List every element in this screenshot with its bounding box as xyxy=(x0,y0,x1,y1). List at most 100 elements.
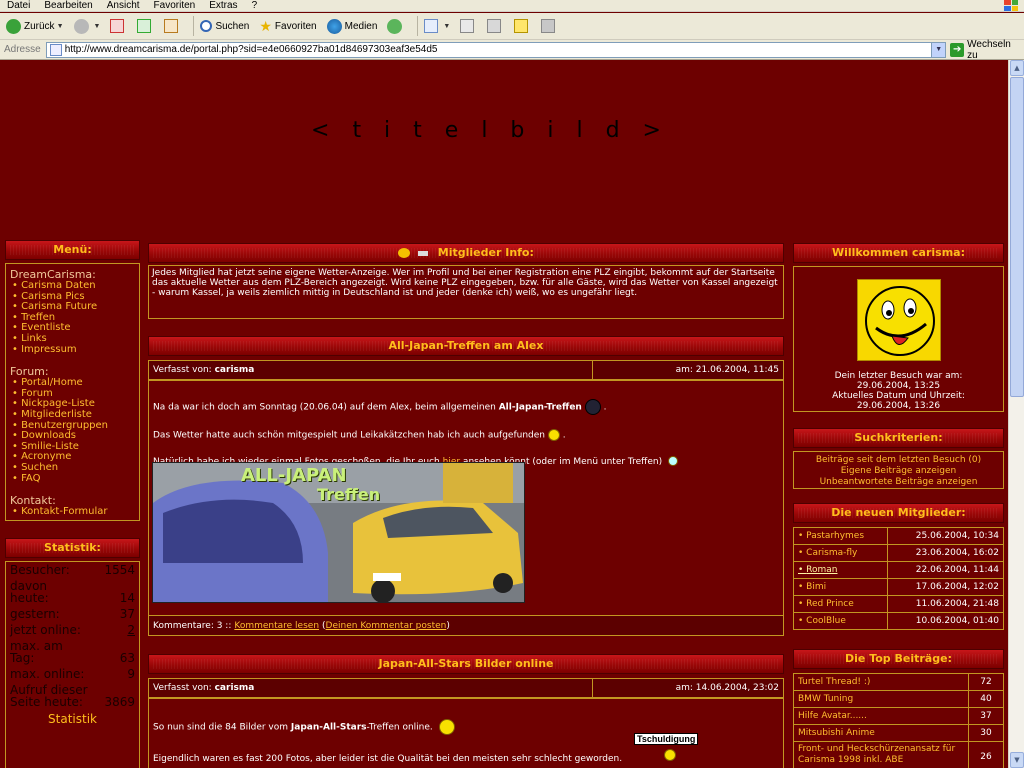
star-icon: ★ xyxy=(259,17,272,34)
avatar-smiley-graphic xyxy=(865,286,935,356)
discuss-button[interactable] xyxy=(512,15,533,37)
media-label: Medien xyxy=(344,20,378,32)
event-photo[interactable]: ALL-JAPAN Treffen xyxy=(152,462,525,603)
media-button[interactable]: Medien xyxy=(325,15,380,37)
unanswered-posts-link[interactable]: Unbeantwortete Beiträge anzeigen xyxy=(794,477,1003,488)
author-label: Verfasst von: xyxy=(153,683,212,693)
own-posts-link[interactable]: Eigene Beiträge anzeigen xyxy=(794,466,1003,477)
chevron-down-icon[interactable]: ▼ xyxy=(57,23,64,30)
member-link[interactable]: Red Prince xyxy=(793,595,888,613)
new-posts-link[interactable]: Beiträge seit dem letzten Besuch (0) xyxy=(794,455,1003,466)
url-input[interactable]: http://www.dreamcarisma.de/portal.php?si… xyxy=(45,41,947,58)
web-page: < t i t e l b i l d > Menü: DreamCarisma… xyxy=(0,60,1008,768)
stop-button[interactable] xyxy=(108,15,129,37)
history-icon xyxy=(387,18,403,34)
stats-panel: Besucher: 1554 davon heute: 14 gestern: 37 … xyxy=(5,561,140,768)
top-post-count: 72 xyxy=(968,673,1004,691)
stat-label: max. am Tag: xyxy=(10,639,63,665)
member-link[interactable]: CoolBlue xyxy=(793,612,888,630)
address-bar: Adresse http://www.dreamcarisma.de/porta… xyxy=(0,39,1024,61)
stat-value: 37 xyxy=(119,607,135,621)
menu-item-suchen[interactable]: Suchen xyxy=(12,462,135,474)
top-post-link[interactable]: Mitsubishi Anime xyxy=(793,724,969,742)
top-post-link[interactable]: Hilfe Avatar...... xyxy=(793,707,969,725)
stop-icon xyxy=(110,19,125,33)
post-text: Eigendlich waren es fast 200 Fotos, aber… xyxy=(153,754,623,764)
menu-favoriten[interactable]: Favoriten xyxy=(147,0,203,11)
last-visit-value: 29.06.2004, 13:25 xyxy=(856,381,941,391)
member-link[interactable]: Roman xyxy=(793,561,888,579)
refresh-button[interactable] xyxy=(135,15,156,37)
post-meta: Verfasst von: carisma am: 21.06.2004, 11… xyxy=(148,360,784,380)
back-label: Zurück xyxy=(24,20,55,32)
page-scrollbar[interactable]: ▲ ▼ xyxy=(1008,60,1024,768)
chevron-down-icon[interactable]: ▼ xyxy=(931,42,946,57)
print-button[interactable] xyxy=(458,15,479,37)
member-link[interactable]: Pastarhymes xyxy=(793,527,888,545)
menu-item-faq[interactable]: FAQ xyxy=(12,473,135,485)
home-button[interactable] xyxy=(162,15,183,37)
dance-smiley-icon xyxy=(584,399,601,415)
stat-row: max. am Tag: 63 xyxy=(10,640,135,664)
menu-panel-header: Menü: xyxy=(5,240,140,260)
edit-icon xyxy=(487,19,502,33)
info-panel-header: Mitglieder Info: xyxy=(148,243,784,263)
current-date-label: Aktuelles Datum und Uhrzeit: xyxy=(832,391,965,401)
read-comments-link[interactable]: Kommentare lesen xyxy=(234,621,319,631)
stats-panel-title: Statistik: xyxy=(44,541,101,554)
page-icon xyxy=(49,43,62,56)
top-posts-panel-title: Die Top Beiträge: xyxy=(845,652,952,665)
edit-button[interactable] xyxy=(485,15,506,37)
mail-button[interactable]: ▼ xyxy=(422,15,452,37)
mail-icon xyxy=(424,19,439,33)
post-comment-link[interactable]: Deinen Kommentar posten xyxy=(326,621,447,631)
welcome-panel: Dein letzter Besuch war am: 29.06.2004, … xyxy=(793,266,1004,412)
refresh-icon xyxy=(137,19,152,33)
scroll-thumb[interactable] xyxy=(1010,77,1024,397)
menu-extras[interactable]: Extras xyxy=(202,0,244,11)
history-button[interactable] xyxy=(385,15,407,37)
menu-item-kontakt-formular[interactable]: Kontakt-Formular xyxy=(12,506,135,518)
chevron-down-icon[interactable]: ▼ xyxy=(443,23,450,30)
menu-help[interactable]: ? xyxy=(245,0,265,11)
top-post-link[interactable]: Front- und Heckschürzenansatz für Carism… xyxy=(793,741,969,768)
top-post-link[interactable]: BMW Tuning xyxy=(793,690,969,708)
favorites-button[interactable]: ★ Favoriten xyxy=(257,15,318,37)
member-link[interactable]: Bimi xyxy=(793,578,888,596)
scroll-down-button[interactable]: ▼ xyxy=(1010,752,1024,768)
menu-item-mitgliederliste[interactable]: Mitgliederliste xyxy=(12,409,135,421)
member-link[interactable]: Carisma-fly xyxy=(793,544,888,562)
smiley-tooltip: Tschuldigung xyxy=(634,733,699,745)
search-button[interactable]: Suchen xyxy=(198,15,251,37)
messenger-button[interactable] xyxy=(539,15,560,37)
stat-label: Besucher: xyxy=(10,563,70,577)
table-row: BMW Tuning 40 xyxy=(793,690,1004,708)
menu-item-links[interactable]: Links xyxy=(12,333,135,345)
forward-button[interactable]: ▼ xyxy=(72,15,103,37)
new-members-table: Pastarhymes25.06.2004, 10:34 Carisma-fly… xyxy=(793,527,1004,630)
post-meta: Verfasst von: carisma am: 14.06.2004, 23… xyxy=(148,678,784,698)
stat-label: davon heute: xyxy=(10,579,49,605)
menu-ansicht[interactable]: Ansicht xyxy=(100,0,147,11)
url-text: http://www.dreamcarisma.de/portal.php?si… xyxy=(64,44,438,55)
menu-datei[interactable]: Datei xyxy=(0,0,37,11)
online-users-link[interactable]: 2 xyxy=(127,624,135,636)
back-button[interactable]: Zurück ▼ xyxy=(4,15,66,37)
chevron-down-icon[interactable]: ▼ xyxy=(94,23,101,30)
member-date: 22.06.2004, 11:44 xyxy=(887,561,1004,579)
info-text: Jedes Mitglied hat jetzt seine eigene We… xyxy=(152,268,778,298)
scroll-up-button[interactable]: ▲ xyxy=(1010,60,1024,76)
top-post-link[interactable]: Turtel Thread! :) xyxy=(793,673,969,691)
author-name: carisma xyxy=(214,683,255,693)
welcome-info: Dein letzter Besuch war am: 29.06.2004, … xyxy=(794,371,1003,411)
menu-bearbeiten[interactable]: Bearbeiten xyxy=(37,0,99,11)
new-members-panel-header: Die neuen Mitglieder: xyxy=(793,503,1004,523)
stats-footer: Statistik xyxy=(48,712,97,726)
menu-item-carisma-daten[interactable]: Carisma Daten xyxy=(12,280,135,292)
post-text: Das Wetter hatte auch schön mitgespielt … xyxy=(153,430,545,441)
go-button[interactable]: ➔ Wechseln zu xyxy=(950,39,1024,61)
header-title-image: < t i t e l b i l d > xyxy=(311,118,669,143)
post-bold-text: Japan-All-Stars xyxy=(290,722,367,733)
stat-row: jetzt online: 2 xyxy=(10,624,135,636)
menu-item-impressum[interactable]: Impressum xyxy=(12,344,135,356)
